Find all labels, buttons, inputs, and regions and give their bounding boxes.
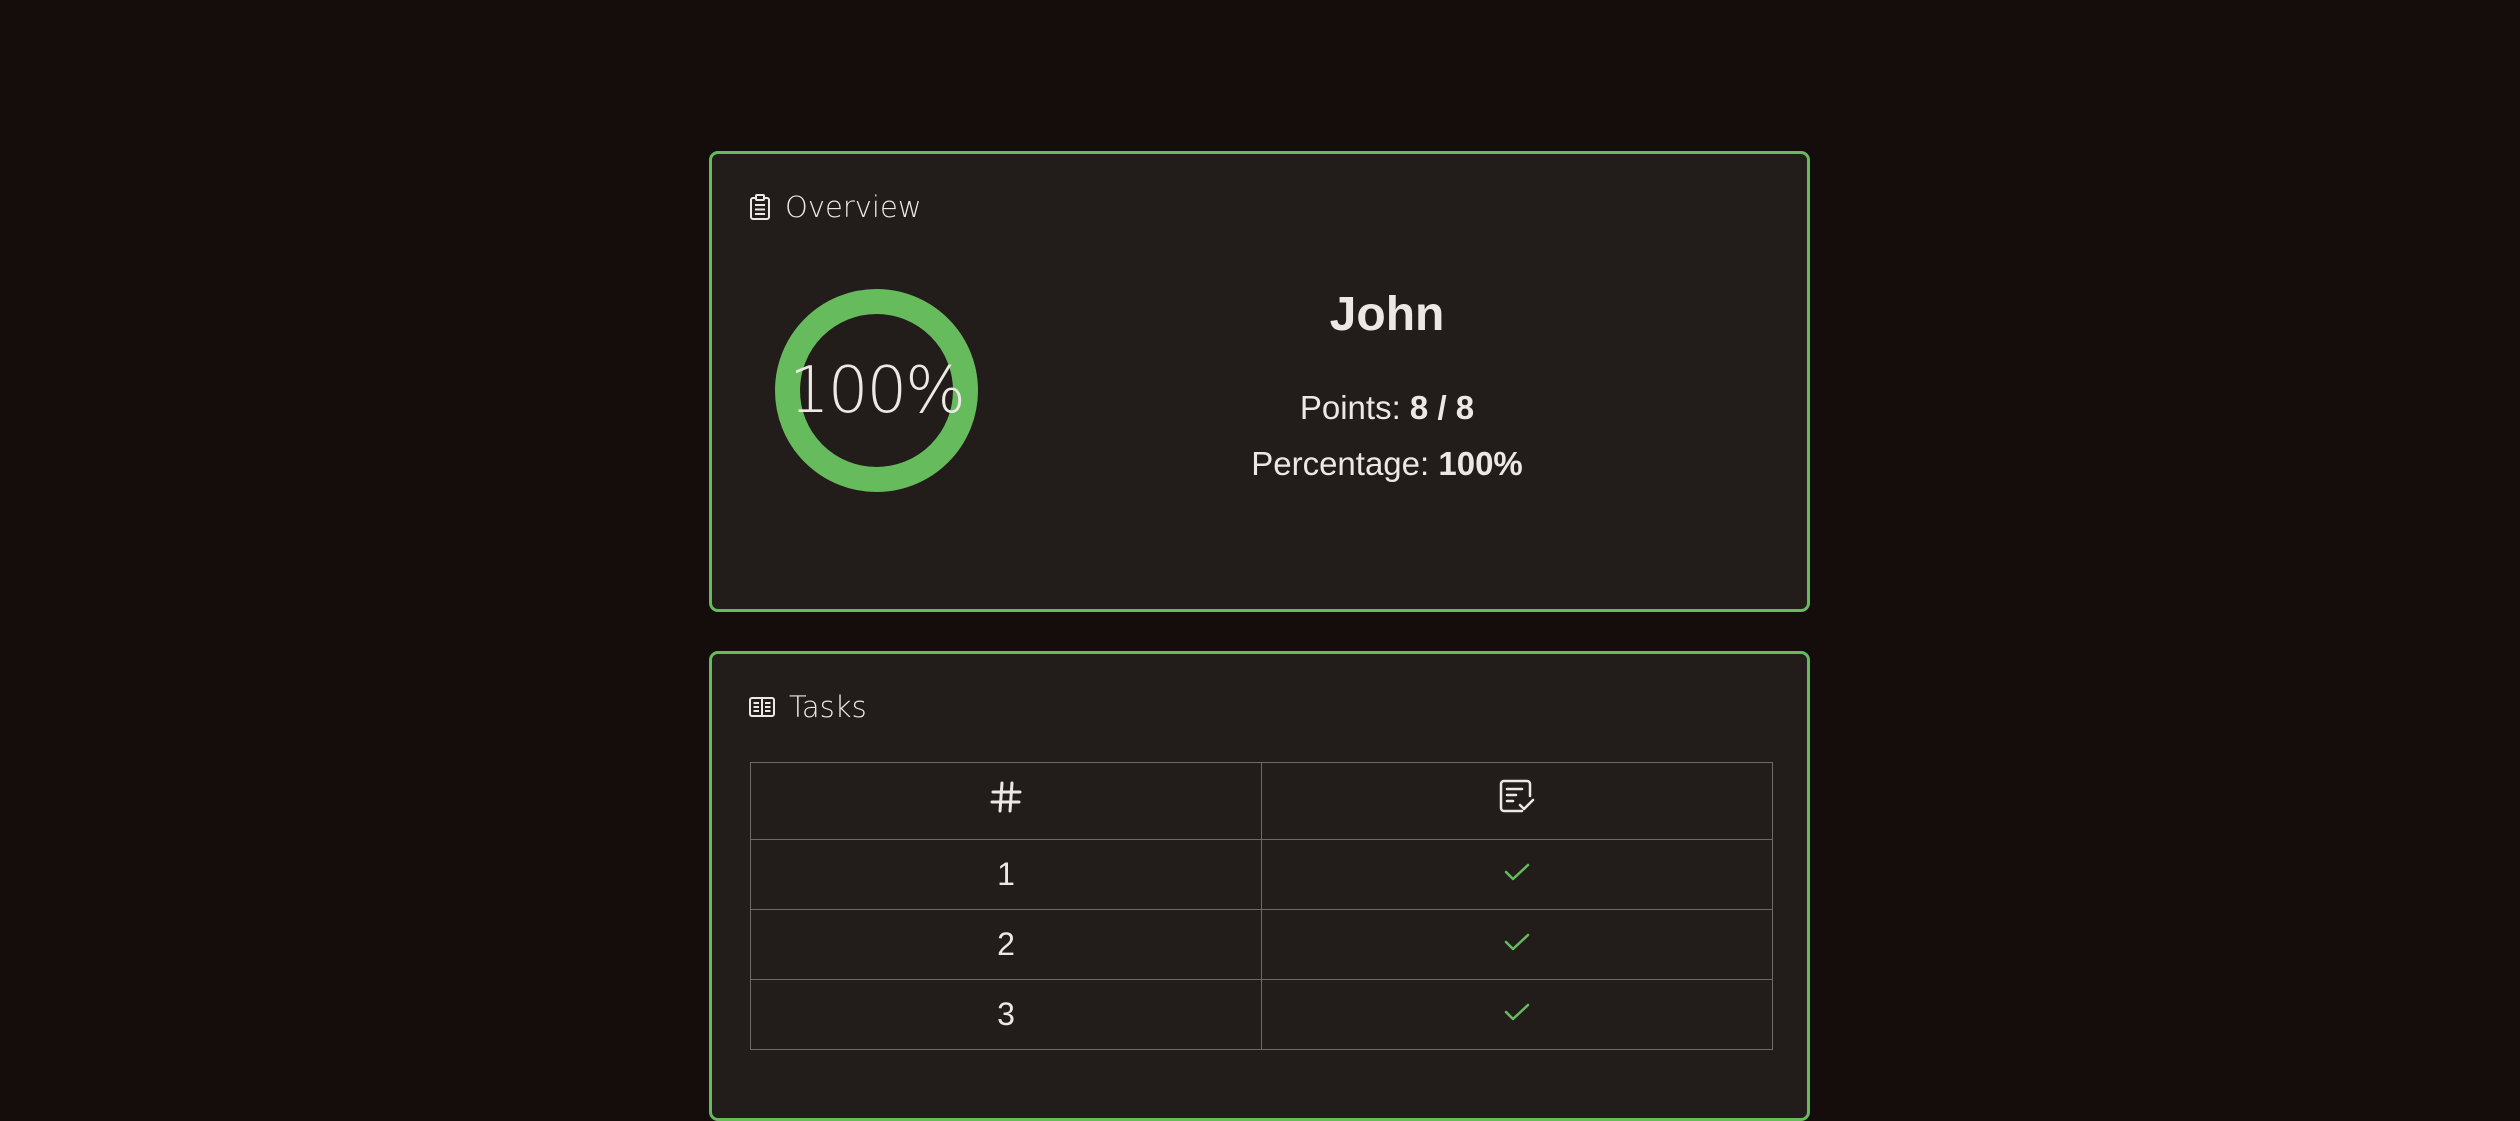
task-number-cell: 1 bbox=[750, 839, 1262, 910]
student-name: John bbox=[1329, 288, 1445, 341]
student-summary: John Points: 8 / 8 Percentage: 100% bbox=[1162, 286, 1612, 492]
percentage-stat: Percentage: 100% bbox=[1162, 436, 1612, 492]
task-number-cell: 3 bbox=[750, 979, 1262, 1050]
task-status-cell bbox=[1261, 839, 1773, 910]
task-number-cell: 2 bbox=[750, 909, 1262, 980]
overview-header: Overview bbox=[749, 190, 922, 224]
column-header-number[interactable] bbox=[750, 762, 1262, 840]
points-value: 8 / 8 bbox=[1409, 388, 1475, 426]
tasks-card: Tasks 1 2 3 bbox=[709, 651, 1810, 1121]
column-header-status[interactable] bbox=[1261, 762, 1773, 840]
hash-icon bbox=[989, 780, 1023, 814]
check-icon bbox=[1502, 861, 1532, 885]
tasks-header: Tasks bbox=[749, 690, 867, 724]
overview-card: Overview 100% John Points: 8 / 8 Percent… bbox=[709, 151, 1810, 612]
table-row: 1 bbox=[750, 839, 1773, 910]
table-header-row bbox=[750, 762, 1773, 840]
task-list-icon bbox=[749, 697, 775, 717]
tasks-table: 1 2 3 bbox=[750, 762, 1773, 1050]
percentage-value: 100% bbox=[1438, 444, 1523, 482]
check-icon bbox=[1502, 1001, 1532, 1025]
table-row: 2 bbox=[750, 909, 1773, 980]
percentage-label: Percentage: bbox=[1251, 444, 1430, 482]
tasks-title: Tasks bbox=[789, 690, 867, 724]
check-icon bbox=[1502, 931, 1532, 955]
overview-title: Overview bbox=[785, 190, 922, 224]
progress-label: 100% bbox=[789, 353, 966, 428]
progress-donut: 100% bbox=[774, 288, 979, 493]
table-row: 3 bbox=[750, 979, 1773, 1050]
task-checked-icon bbox=[1498, 779, 1536, 815]
clipboard-icon bbox=[749, 194, 771, 220]
task-status-cell bbox=[1261, 979, 1773, 1050]
points-label: Points: bbox=[1299, 388, 1401, 426]
task-status-cell bbox=[1261, 909, 1773, 980]
points-stat: Points: 8 / 8 bbox=[1162, 380, 1612, 436]
